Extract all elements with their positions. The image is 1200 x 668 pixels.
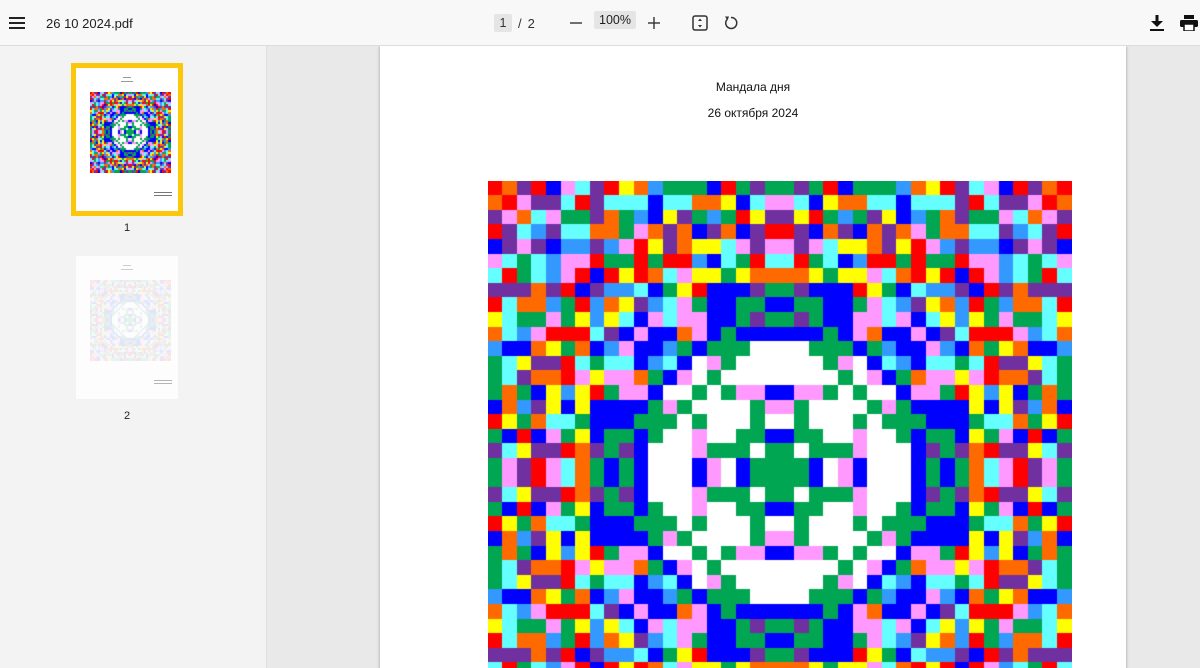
thumb-footer-line bbox=[154, 383, 172, 384]
thumb-footer-line bbox=[154, 192, 172, 193]
download-button[interactable] bbox=[1146, 0, 1168, 46]
thumb-date-line bbox=[121, 269, 133, 270]
zoom-out-icon bbox=[570, 17, 582, 29]
fit-page-icon bbox=[692, 15, 708, 31]
document-title: Мандала дня bbox=[715, 80, 791, 94]
mandala-thumbnail bbox=[90, 280, 171, 361]
menu-icon bbox=[9, 16, 25, 30]
thumbnail-sidebar: 1 2 bbox=[0, 46, 267, 668]
pdf-toolbar: 26 10 2024.pdf 1 / 2 100% bbox=[0, 0, 1200, 46]
zoom-out-button[interactable] bbox=[566, 0, 586, 46]
thumb-title-line bbox=[123, 265, 131, 266]
mandala-image bbox=[488, 181, 1072, 668]
thumb-footer-line bbox=[154, 380, 172, 381]
fit-to-page-button[interactable] bbox=[690, 0, 710, 46]
download-icon bbox=[1150, 15, 1164, 31]
thumb-date-line bbox=[121, 81, 133, 82]
current-page-input[interactable]: 1 bbox=[494, 14, 512, 32]
thumb-footer-line bbox=[154, 195, 172, 196]
page-thumbnail-2[interactable] bbox=[76, 256, 178, 399]
thumb-title-line bbox=[123, 77, 131, 78]
print-icon bbox=[1180, 15, 1198, 31]
document-date: 26 октября 2024 bbox=[707, 106, 799, 120]
pdf-page: Мандала дня 26 октября 2024 bbox=[380, 46, 1126, 668]
rotate-icon bbox=[723, 15, 739, 31]
document-viewer[interactable]: Мандала дня 26 октября 2024 bbox=[268, 46, 1200, 668]
zoom-level-input[interactable]: 100% bbox=[594, 11, 636, 29]
rotate-button[interactable] bbox=[721, 0, 741, 46]
total-pages: 2 bbox=[527, 15, 535, 31]
page-separator: / bbox=[518, 15, 522, 31]
menu-button[interactable] bbox=[0, 0, 34, 46]
file-name: 26 10 2024.pdf bbox=[46, 15, 133, 31]
page-navigation: 1 / 2 bbox=[494, 0, 535, 46]
mandala-thumbnail bbox=[90, 92, 171, 173]
thumbnail-label: 1 bbox=[123, 222, 131, 234]
print-button[interactable] bbox=[1178, 0, 1200, 46]
zoom-in-icon bbox=[648, 17, 660, 29]
thumbnail-label: 2 bbox=[123, 410, 131, 422]
zoom-in-button[interactable] bbox=[644, 0, 664, 46]
page-thumbnail-1[interactable] bbox=[71, 63, 183, 216]
